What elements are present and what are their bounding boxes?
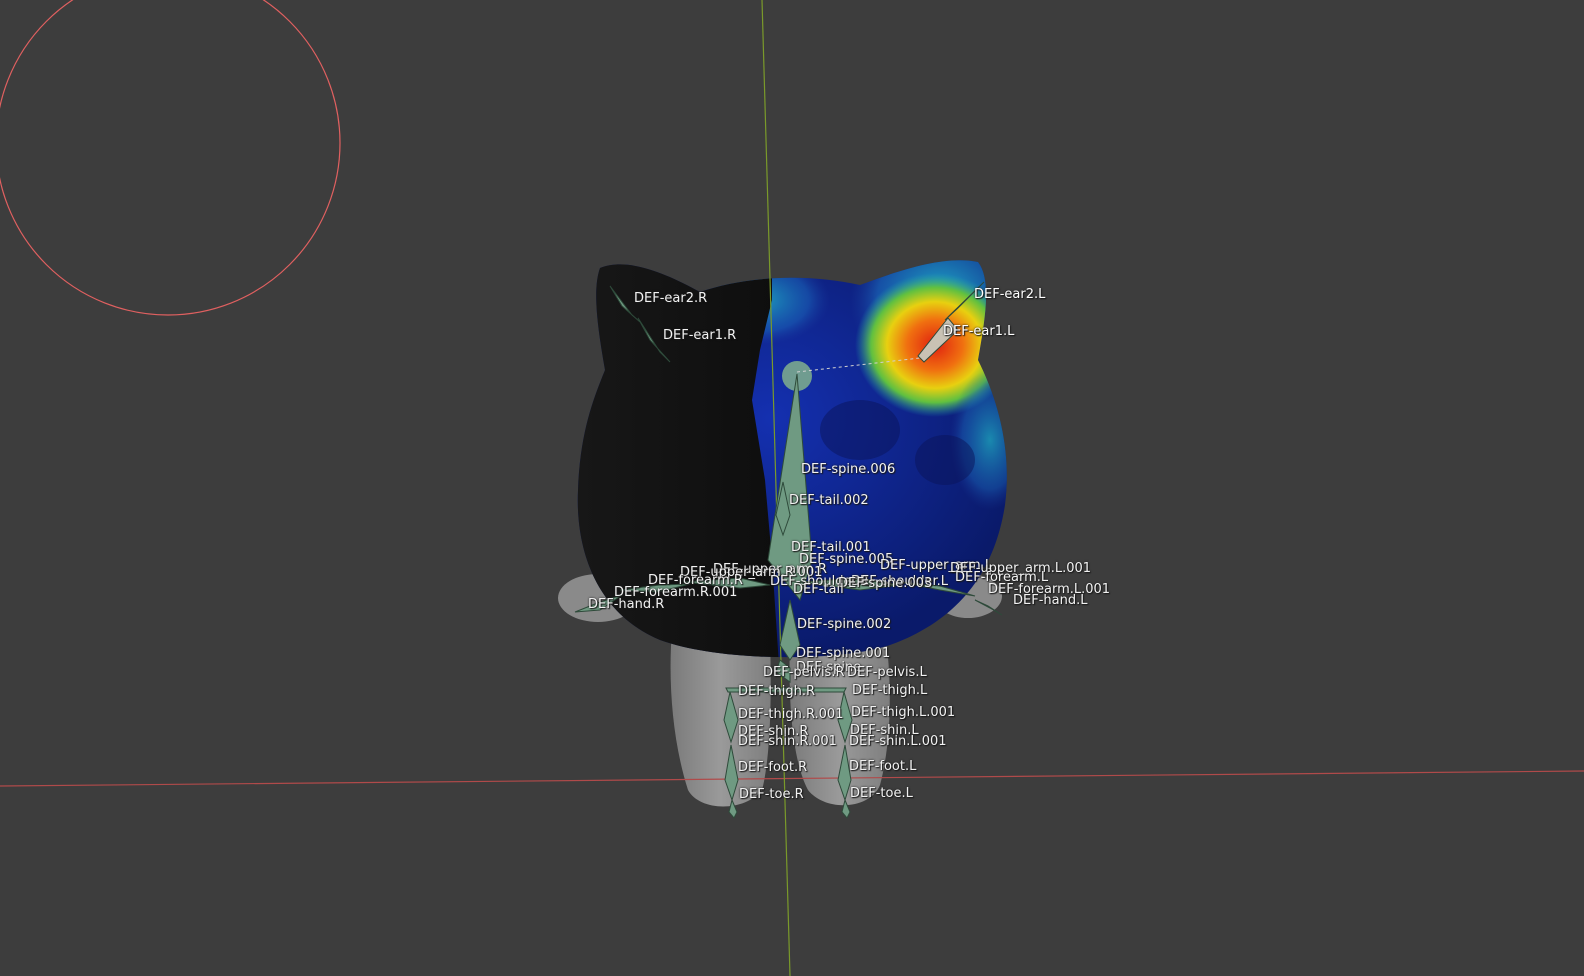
viewport-scene xyxy=(0,0,1584,976)
brush-radius-circle xyxy=(0,0,341,316)
bone-label[interactable]: DEF-hand.L xyxy=(1013,594,1087,608)
bone-label[interactable]: DEF-ear1.L xyxy=(943,325,1014,339)
bone-label[interactable]: DEF-toe.R xyxy=(739,788,804,802)
bone-label[interactable]: DEF-shin.R.001 xyxy=(738,735,837,749)
3d-viewport[interactable]: DEF-ear2.R DEF-ear1.R DEF-ear2.L DEF-ear1.L… xyxy=(0,0,1584,976)
bone-label[interactable]: DEF-tail xyxy=(793,583,844,597)
bone-label[interactable]: DEF-ear2.L xyxy=(974,288,1045,302)
bone-label[interactable]: DEF-thigh.L.001 xyxy=(851,706,955,720)
bone-label[interactable]: DEF-spine.002 xyxy=(797,618,891,632)
bone-label[interactable]: DEF-tail.002 xyxy=(789,494,869,508)
bone-label[interactable]: DEF-foot.L xyxy=(849,760,916,774)
bone-label[interactable]: DEF-thigh.R.001 xyxy=(738,708,843,722)
bone-label[interactable]: DEF-spine.003 xyxy=(838,577,932,591)
bone-label[interactable]: DEF-pelvis.L xyxy=(847,666,927,680)
bone-label[interactable]: DEF-spine.006 xyxy=(801,463,895,477)
bone-label[interactable]: DEF-shin.L.001 xyxy=(849,735,947,749)
bone-label[interactable]: DEF-thigh.R xyxy=(738,685,815,699)
bone-label[interactable]: DEF-toe.L xyxy=(850,787,913,801)
bone-label[interactable]: DEF-hand.R xyxy=(588,598,664,612)
bone-label[interactable]: DEF-ear1.R xyxy=(663,329,736,343)
bone-label[interactable]: DEF-foot.R xyxy=(738,761,807,775)
bone-label[interactable]: DEF-ear2.R xyxy=(634,292,707,306)
bone-label[interactable]: DEF-pelvis.R xyxy=(763,666,845,680)
bone-label[interactable]: DEF-spine.001 xyxy=(796,647,890,661)
bone-label[interactable]: DEF-thigh.L xyxy=(852,684,927,698)
